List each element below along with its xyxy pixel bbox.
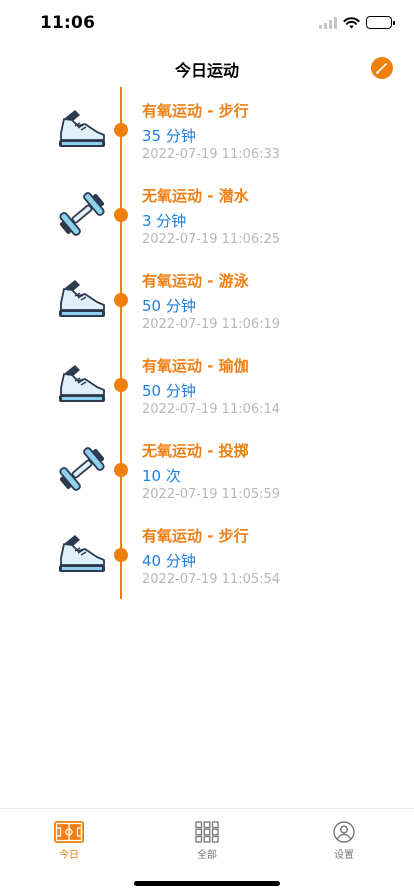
- pencil-icon: [376, 63, 387, 74]
- dumbbell-icon: [59, 192, 105, 236]
- tab-settings[interactable]: 设置: [304, 821, 384, 861]
- timeline-dot: [114, 293, 128, 307]
- list-item[interactable]: 无氧运动 - 潜水 3 分钟 2022-07-19 11:06:25: [0, 172, 414, 257]
- list-item[interactable]: 有氧运动 - 步行 40 分钟 2022-07-19 11:05:54: [0, 512, 414, 597]
- timeline-dot: [114, 208, 128, 222]
- entry-amount: 35 分钟: [142, 127, 196, 145]
- status-time: 11:06: [40, 13, 96, 33]
- entry-amount: 10 次: [142, 467, 181, 485]
- sneaker-icon: [59, 365, 105, 402]
- entry-amount: 50 分钟: [142, 382, 196, 400]
- tab-all[interactable]: 全部: [167, 821, 247, 861]
- entry-amount: 40 分钟: [142, 552, 196, 570]
- entry-amount: 3 分钟: [142, 212, 187, 230]
- list-item[interactable]: 有氧运动 - 步行 35 分钟 2022-07-19 11:06:33: [0, 87, 414, 172]
- person-circle-icon: [333, 821, 355, 843]
- home-indicator: [134, 881, 280, 886]
- entry-timestamp: 2022-07-19 11:06:14: [142, 402, 281, 417]
- sneaker-icon: [59, 110, 105, 147]
- sneaker-icon: [59, 280, 105, 317]
- list-item[interactable]: 无氧运动 - 投掷 10 次 2022-07-19 11:05:59: [0, 427, 414, 512]
- entry-title: 无氧运动 - 潜水: [142, 187, 249, 205]
- sneaker-icon: [59, 535, 105, 572]
- timeline-dot: [114, 463, 128, 477]
- court-icon: [54, 821, 84, 843]
- tab-all-label: 全部: [197, 850, 217, 861]
- timeline-dot: [114, 378, 128, 392]
- timeline-dot: [114, 548, 128, 562]
- signal-icon: [319, 16, 337, 29]
- entry-timestamp: 2022-07-19 11:06:33: [142, 147, 281, 162]
- tab-settings-label: 设置: [334, 850, 354, 861]
- entry-title: 无氧运动 - 投掷: [142, 442, 249, 460]
- entry-title: 有氧运动 - 步行: [142, 102, 249, 120]
- entry-amount: 50 分钟: [142, 297, 196, 315]
- list-item[interactable]: 有氧运动 - 瑜伽 50 分钟 2022-07-19 11:06:14: [0, 342, 414, 427]
- list-item[interactable]: 有氧运动 - 游泳 50 分钟 2022-07-19 11:06:19: [0, 257, 414, 342]
- tab-today[interactable]: 今日: [29, 821, 109, 861]
- timeline-dot: [114, 123, 128, 137]
- entry-title: 有氧运动 - 步行: [142, 527, 249, 545]
- battery-icon: [366, 16, 395, 29]
- wifi-icon: [343, 17, 360, 29]
- edit-button[interactable]: [371, 57, 393, 79]
- entry-timestamp: 2022-07-19 11:06:25: [142, 232, 281, 247]
- status-icons: [319, 16, 395, 29]
- tab-today-label: 今日: [59, 850, 79, 861]
- entry-title: 有氧运动 - 游泳: [142, 272, 249, 290]
- entry-timestamp: 2022-07-19 11:05:54: [142, 572, 281, 587]
- page-title: 今日运动: [174, 61, 239, 80]
- grid-icon: [195, 821, 219, 843]
- dumbbell-icon: [59, 447, 105, 491]
- entry-title: 有氧运动 - 瑜伽: [142, 357, 249, 375]
- entry-timestamp: 2022-07-19 11:06:19: [142, 317, 281, 332]
- entry-timestamp: 2022-07-19 11:05:59: [142, 487, 281, 502]
- status-bar: 11:06: [0, 0, 414, 47]
